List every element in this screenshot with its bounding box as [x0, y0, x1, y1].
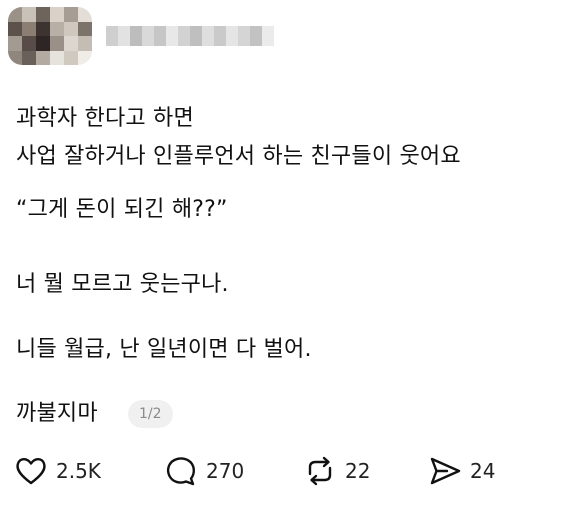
- like-count: 2.5K: [56, 459, 101, 483]
- avatar-pixel: [36, 7, 50, 22]
- username-pixel: [142, 26, 154, 46]
- post-text-line: 사업 잘하거나 인플루언서 하는 친구들이 웃어요: [16, 144, 461, 169]
- post-text-line: 너 뭘 모르고 웃는구나.: [16, 272, 229, 297]
- post-header: beryadinges sit: [8, 6, 274, 66]
- username-pixel: [166, 26, 178, 46]
- post-text-line: 까불지마: [16, 401, 98, 426]
- username-pixel: [106, 26, 118, 46]
- like-button[interactable]: 2.5K: [14, 454, 101, 488]
- avatar-pixel: [64, 21, 78, 36]
- reply-count: 270: [206, 459, 245, 483]
- reply-button[interactable]: 270: [164, 454, 244, 488]
- action-bar: 2.5K 270 22 24: [14, 454, 534, 488]
- post-text-line: 과학자 한다고 하면: [16, 106, 194, 131]
- avatar-pixel: [36, 21, 50, 36]
- avatar-pixel: [8, 7, 22, 22]
- avatar-pixel: [78, 7, 92, 22]
- page-indicator[interactable]: 1/2: [128, 400, 173, 428]
- avatar-pixel: [22, 50, 36, 65]
- username-pixel: [250, 26, 262, 46]
- avatar[interactable]: [8, 7, 92, 65]
- avatar-pixel: [64, 36, 78, 51]
- avatar-pixel: [78, 36, 92, 51]
- avatar-pixel: [78, 50, 92, 65]
- avatar-pixel: [50, 36, 64, 51]
- username-pixel: [262, 26, 274, 46]
- avatar-pixel: [50, 7, 64, 22]
- avatar-pixel: [22, 36, 36, 51]
- username-pixel: [202, 26, 214, 46]
- username-pixel: [118, 26, 130, 46]
- avatar-pixel: [64, 50, 78, 65]
- username-pixel: [190, 26, 202, 46]
- repost-count: 22: [345, 459, 371, 483]
- avatar-pixel: [50, 21, 64, 36]
- username-pixel: [178, 26, 190, 46]
- username-pixel: [238, 26, 250, 46]
- repost-icon: [308, 456, 332, 486]
- send-icon: [430, 457, 461, 485]
- username-pixel: [130, 26, 142, 46]
- repost-button[interactable]: 22: [303, 454, 370, 488]
- avatar-pixel: [22, 7, 36, 22]
- share-button[interactable]: 24: [428, 454, 495, 488]
- heart-icon: [16, 457, 46, 485]
- post-text-line: 니들 월급, 난 일년이면 다 벌어.: [16, 337, 312, 362]
- avatar-pixel: [8, 21, 22, 36]
- avatar-pixel: [8, 50, 22, 65]
- avatar-pixel: [64, 7, 78, 22]
- share-count: 24: [470, 459, 496, 483]
- avatar-pixel: [36, 50, 50, 65]
- username-blurred[interactable]: beryadinges sit: [106, 26, 274, 46]
- post-text-line: “그게 돈이 되긴 해??”: [16, 197, 228, 222]
- avatar-pixel: [50, 50, 64, 65]
- username-pixel: [154, 26, 166, 46]
- avatar-pixel: [22, 21, 36, 36]
- username-pixel: [214, 26, 226, 46]
- username-pixel: [226, 26, 238, 46]
- avatar-pixel: [78, 21, 92, 36]
- avatar-pixel: [36, 36, 50, 51]
- comment-icon: [166, 457, 195, 486]
- avatar-pixel: [8, 36, 22, 51]
